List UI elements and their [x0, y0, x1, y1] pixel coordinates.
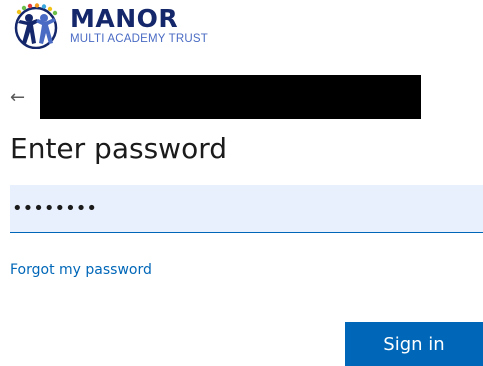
account-name-redacted: [40, 75, 421, 119]
sign-in-button[interactable]: Sign in: [345, 322, 483, 366]
forgot-password-link[interactable]: Forgot my password: [10, 262, 152, 278]
back-arrow-icon[interactable]: ←: [10, 75, 32, 119]
organization-subtitle: MULTI ACADEMY TRUST: [70, 33, 208, 46]
account-identity-row: ←: [10, 75, 421, 119]
organization-name: MANOR: [70, 4, 179, 34]
page-title: Enter password: [10, 132, 227, 165]
organization-logo: MANOR MULTI ACADEMY TRUST: [10, 3, 208, 49]
children-figures-logo-icon: [14, 3, 58, 49]
password-input[interactable]: [10, 185, 483, 233]
